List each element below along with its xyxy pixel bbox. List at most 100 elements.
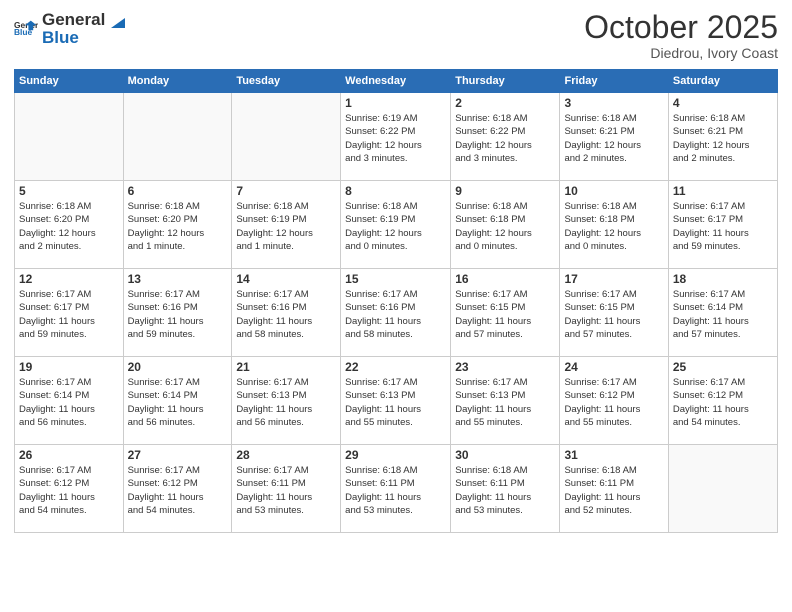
day-info: Sunrise: 6:18 AMSunset: 6:21 PMDaylight:… <box>564 112 663 165</box>
col-monday: Monday <box>123 70 232 93</box>
logo: General Blue General Blue <box>14 10 129 48</box>
table-row: 15 Sunrise: 6:17 AMSunset: 6:16 PMDayligh… <box>341 269 451 357</box>
table-row: 3 Sunrise: 6:18 AMSunset: 6:21 PMDaylight… <box>560 93 668 181</box>
table-row: 12Sunrise: 6:17 AMSunset: 6:17 PMDayligh… <box>15 269 124 357</box>
calendar-table: Sunday Monday Tuesday Wednesday Thursday… <box>14 69 778 533</box>
table-row <box>123 93 232 181</box>
table-row: 28Sunrise: 6:17 AMSunset: 6:11 PMDayligh… <box>232 445 341 533</box>
day-info: Sunrise: 6:17 AMSunset: 6:14 PMDaylight:… <box>19 376 119 429</box>
table-row: 9 Sunrise: 6:18 AMSunset: 6:18 PMDaylight… <box>451 181 560 269</box>
day-number: 9 <box>455 184 555 198</box>
table-row: 8 Sunrise: 6:18 AMSunset: 6:19 PMDaylight… <box>341 181 451 269</box>
table-row: 27 Sunrise: 6:17 AMSunset: 6:12 PMDayligh… <box>123 445 232 533</box>
header: General Blue General Blue October 2025 D… <box>14 10 778 61</box>
day-number: 17 <box>564 272 663 286</box>
day-number: 22 <box>345 360 446 374</box>
table-row: 30 Sunrise: 6:18 AMSunset: 6:11 PMDayligh… <box>451 445 560 533</box>
table-row <box>15 93 124 181</box>
day-number: 21 <box>236 360 336 374</box>
table-row: 29 Sunrise: 6:18 AMSunset: 6:11 PMDayligh… <box>341 445 451 533</box>
day-number: 25 <box>673 360 773 374</box>
day-number: 1 <box>345 96 446 110</box>
col-tuesday: Tuesday <box>232 70 341 93</box>
table-row: 21 Sunrise: 6:17 AMSunset: 6:13 PMDayligh… <box>232 357 341 445</box>
day-number: 6 <box>128 184 228 198</box>
table-row: 26Sunrise: 6:17 AMSunset: 6:12 PMDayligh… <box>15 445 124 533</box>
day-number: 5 <box>19 184 119 198</box>
table-row: 4 Sunrise: 6:18 AMSunset: 6:21 PMDaylight… <box>668 93 777 181</box>
day-number: 27 <box>128 448 228 462</box>
table-row: 13 Sunrise: 6:17 AMSunset: 6:16 PMDayligh… <box>123 269 232 357</box>
day-info: Sunrise: 6:18 AMSunset: 6:11 PMDaylight:… <box>455 464 555 517</box>
day-info: Sunrise: 6:17 AMSunset: 6:15 PMDaylight:… <box>455 288 555 341</box>
location-title: Diedrou, Ivory Coast <box>584 45 778 61</box>
table-row: 2 Sunrise: 6:18 AMSunset: 6:22 PMDaylight… <box>451 93 560 181</box>
day-number: 15 <box>345 272 446 286</box>
table-row: 17 Sunrise: 6:17 AMSunset: 6:15 PMDayligh… <box>560 269 668 357</box>
day-number: 20 <box>128 360 228 374</box>
table-row: 10Sunrise: 6:18 AMSunset: 6:18 PMDayligh… <box>560 181 668 269</box>
day-info: Sunrise: 6:17 AMSunset: 6:14 PMDaylight:… <box>673 288 773 341</box>
day-number: 28 <box>236 448 336 462</box>
table-row <box>668 445 777 533</box>
day-number: 8 <box>345 184 446 198</box>
day-info: Sunrise: 6:17 AMSunset: 6:12 PMDaylight:… <box>128 464 228 517</box>
calendar-week-row: 26Sunrise: 6:17 AMSunset: 6:12 PMDayligh… <box>15 445 778 533</box>
day-info: Sunrise: 6:17 AMSunset: 6:14 PMDaylight:… <box>128 376 228 429</box>
day-number: 19 <box>19 360 119 374</box>
day-number: 13 <box>128 272 228 286</box>
day-number: 29 <box>345 448 446 462</box>
table-row: 25 Sunrise: 6:17 AMSunset: 6:12 PMDayligh… <box>668 357 777 445</box>
table-row: 24Sunrise: 6:17 AMSunset: 6:12 PMDayligh… <box>560 357 668 445</box>
table-row: 18 Sunrise: 6:17 AMSunset: 6:14 PMDayligh… <box>668 269 777 357</box>
day-info: Sunrise: 6:18 AMSunset: 6:11 PMDaylight:… <box>345 464 446 517</box>
day-number: 23 <box>455 360 555 374</box>
day-info: Sunrise: 6:17 AMSunset: 6:16 PMDaylight:… <box>236 288 336 341</box>
page: General Blue General Blue October 2025 D… <box>0 0 792 612</box>
day-number: 30 <box>455 448 555 462</box>
col-friday: Friday <box>560 70 668 93</box>
day-number: 11 <box>673 184 773 198</box>
table-row: 31Sunrise: 6:18 AMSunset: 6:11 PMDayligh… <box>560 445 668 533</box>
day-info: Sunrise: 6:17 AMSunset: 6:15 PMDaylight:… <box>564 288 663 341</box>
title-block: October 2025 Diedrou, Ivory Coast <box>584 10 778 61</box>
day-info: Sunrise: 6:18 AMSunset: 6:19 PMDaylight:… <box>345 200 446 253</box>
day-number: 12 <box>19 272 119 286</box>
day-info: Sunrise: 6:18 AMSunset: 6:21 PMDaylight:… <box>673 112 773 165</box>
table-row: 19 Sunrise: 6:17 AMSunset: 6:14 PMDayligh… <box>15 357 124 445</box>
day-info: Sunrise: 6:18 AMSunset: 6:22 PMDaylight:… <box>455 112 555 165</box>
table-row: 16 Sunrise: 6:17 AMSunset: 6:15 PMDayligh… <box>451 269 560 357</box>
month-title: October 2025 <box>584 10 778 45</box>
day-info: Sunrise: 6:18 AMSunset: 6:20 PMDaylight:… <box>19 200 119 253</box>
logo-triangle <box>107 10 129 32</box>
calendar-week-row: 12Sunrise: 6:17 AMSunset: 6:17 PMDayligh… <box>15 269 778 357</box>
day-info: Sunrise: 6:18 AMSunset: 6:11 PMDaylight:… <box>564 464 663 517</box>
col-wednesday: Wednesday <box>341 70 451 93</box>
day-info: Sunrise: 6:17 AMSunset: 6:16 PMDaylight:… <box>345 288 446 341</box>
table-row: 22 Sunrise: 6:17 AMSunset: 6:13 PMDayligh… <box>341 357 451 445</box>
day-info: Sunrise: 6:18 AMSunset: 6:19 PMDaylight:… <box>236 200 336 253</box>
day-info: Sunrise: 6:17 AMSunset: 6:13 PMDaylight:… <box>345 376 446 429</box>
day-info: Sunrise: 6:18 AMSunset: 6:18 PMDaylight:… <box>564 200 663 253</box>
day-number: 14 <box>236 272 336 286</box>
table-row: 14 Sunrise: 6:17 AMSunset: 6:16 PMDayligh… <box>232 269 341 357</box>
day-info: Sunrise: 6:18 AMSunset: 6:18 PMDaylight:… <box>455 200 555 253</box>
day-number: 18 <box>673 272 773 286</box>
day-number: 4 <box>673 96 773 110</box>
calendar-week-row: 5 Sunrise: 6:18 AMSunset: 6:20 PMDaylight… <box>15 181 778 269</box>
day-number: 3 <box>564 96 663 110</box>
day-info: Sunrise: 6:17 AMSunset: 6:17 PMDaylight:… <box>673 200 773 253</box>
day-info: Sunrise: 6:17 AMSunset: 6:16 PMDaylight:… <box>128 288 228 341</box>
day-info: Sunrise: 6:17 AMSunset: 6:13 PMDaylight:… <box>236 376 336 429</box>
day-info: Sunrise: 6:17 AMSunset: 6:13 PMDaylight:… <box>455 376 555 429</box>
day-info: Sunrise: 6:17 AMSunset: 6:12 PMDaylight:… <box>564 376 663 429</box>
table-row: 1Sunrise: 6:19 AMSunset: 6:22 PMDaylight… <box>341 93 451 181</box>
col-saturday: Saturday <box>668 70 777 93</box>
day-number: 2 <box>455 96 555 110</box>
col-sunday: Sunday <box>15 70 124 93</box>
table-row: 7Sunrise: 6:18 AMSunset: 6:19 PMDaylight… <box>232 181 341 269</box>
svg-text:Blue: Blue <box>14 27 33 37</box>
day-info: Sunrise: 6:17 AMSunset: 6:12 PMDaylight:… <box>673 376 773 429</box>
day-number: 16 <box>455 272 555 286</box>
day-info: Sunrise: 6:17 AMSunset: 6:12 PMDaylight:… <box>19 464 119 517</box>
